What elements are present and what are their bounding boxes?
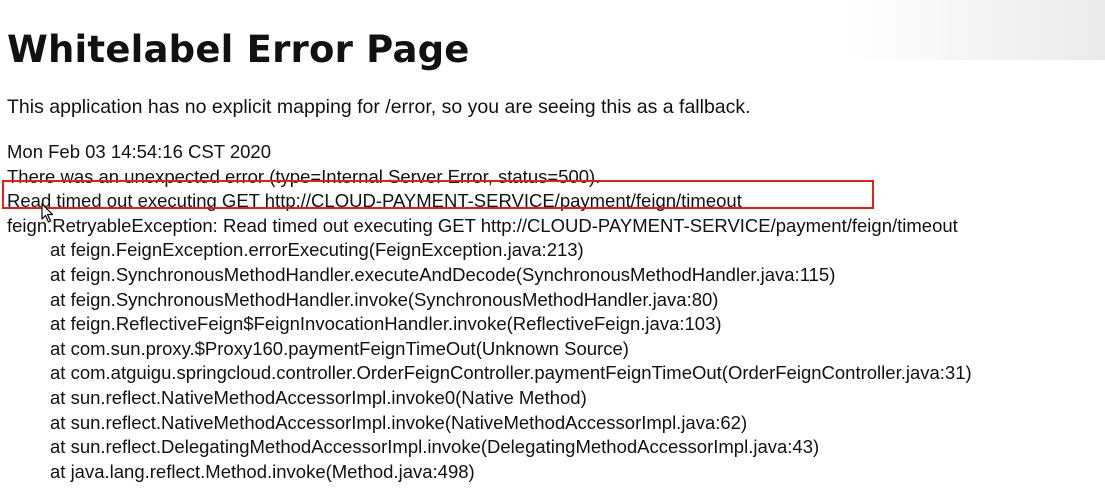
error-timestamp: Mon Feb 03 14:54:16 CST 2020 <box>7 141 271 162</box>
exception-line: feign.RetryableException: Read timed out… <box>7 214 958 236</box>
fallback-message: This application has no explicit mapping… <box>7 96 751 118</box>
stack-trace-line: at feign.SynchronousMethodHandler.execut… <box>50 263 836 285</box>
page-title: Whitelabel Error Page <box>7 28 470 71</box>
mouse-pointer-icon <box>41 203 54 223</box>
stack-trace-line: at feign.ReflectiveFeign$FeignInvocation… <box>50 313 722 335</box>
stack-trace-line: at com.atguigu.springcloud.controller.Or… <box>50 362 972 384</box>
stack-trace-line: at java.lang.reflect.Method.invoke(Metho… <box>50 460 475 482</box>
stack-trace-line: at com.sun.proxy.$Proxy160.paymentFeignT… <box>50 337 629 359</box>
error-summary: There was an unexpected error (type=Inte… <box>7 165 601 187</box>
stack-trace-line: at sun.reflect.DelegatingMethodAccessorI… <box>50 436 820 458</box>
stack-trace-line: at sun.reflect.NativeMethodAccessorImpl.… <box>50 411 748 433</box>
stack-trace-line: at feign.FeignException.errorExecuting(F… <box>50 239 584 261</box>
stack-trace-line: at sun.reflect.NativeMethodAccessorImpl.… <box>50 386 587 408</box>
stack-trace-line: at feign.SynchronousMethodHandler.invoke… <box>50 288 719 310</box>
error-message: Read timed out executing GET http://CLOU… <box>7 190 742 212</box>
error-details: Mon Feb 03 14:54:16 CST 2020 There was a… <box>7 140 972 484</box>
background-shade <box>845 0 1105 60</box>
